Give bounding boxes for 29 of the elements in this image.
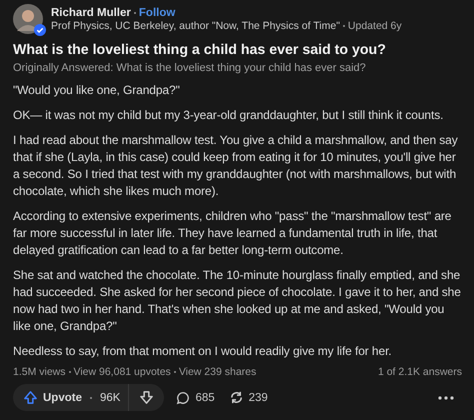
answer-paragraph: OK— it was not my child but my 3-year-old granddaughter, but I still think it counts. — [13, 107, 444, 124]
separator-dot — [68, 371, 71, 373]
avatar[interactable] — [13, 4, 43, 34]
answer-position: 1 of 2.1K answers — [378, 366, 462, 378]
share-button[interactable]: 239 — [226, 390, 270, 405]
upvote-arrow-icon — [23, 390, 38, 405]
separator-dot — [174, 371, 176, 373]
comment-bubble-icon — [176, 390, 190, 404]
author-name[interactable]: Richard Muller — [51, 6, 131, 18]
answer-paragraph: Needless to say, from that moment on I would readily give my life for her. — [13, 343, 393, 360]
answer-stat[interactable]: View 239 shares — [178, 366, 256, 378]
follow-link[interactable]: Follow — [138, 6, 176, 18]
separator-dot — [134, 12, 136, 14]
share-cycle-icon — [228, 390, 244, 405]
author-credentials: Prof Physics, UC Berkeley, author "Now, The Physics of Time" — [51, 20, 340, 32]
updated-time[interactable]: Updated 6y — [348, 20, 402, 32]
answer-paragraph: I had read about the marshmallow test. You give a child a marshmallow, and then say that if she (Layla, in this case) could keep from eating it for 10 minutes, you'll give her a second. So I tried that test with my granddaughter (not with marshmallows, but with chocolate, which she likes much more). — [13, 132, 459, 200]
upvote-button[interactable]: Upvote 96K — [13, 384, 130, 411]
answer-stat: 1.5M views — [13, 366, 66, 378]
comments-button[interactable]: 685 — [174, 390, 217, 404]
question-title[interactable]: What is the loveliest thing a child has ever said to you? — [13, 42, 462, 58]
answer-paragraph: According to extensive experiments, children who "pass" the "marshmallow test" are far more successful in later life. They have learned a fundamental truth in life, that delayed gratification can lead to a far better long-term outcome. — [13, 208, 452, 259]
answer-paragraph: "Would you like one, Grandpa?" — [13, 82, 181, 99]
answer-paragraph: She sat and watched the chocolate. The 10-minute hourglass finally emptied, and she had succeeded. She asked for her second piece of chocolate. I gave it to her, and she now had two in her hand. That's when she looked up at me and asked, "Would you like one, Grandpa?" — [13, 267, 462, 335]
answer-stat[interactable]: View 96,081 upvotes — [74, 366, 171, 378]
separator-dot — [342, 24, 345, 26]
original-question: Originally Answered: What is the loveliest thing your child has ever said? — [13, 62, 367, 74]
downvote-arrow-icon — [139, 390, 154, 405]
separator-dot — [90, 396, 92, 398]
